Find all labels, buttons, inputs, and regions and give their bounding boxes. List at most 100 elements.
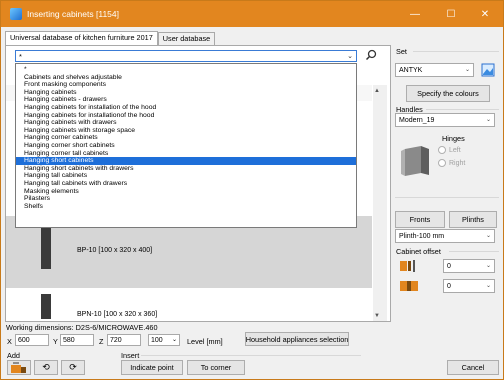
fronts-button[interactable]: Fronts [395, 211, 445, 228]
dropdown-item[interactable]: Hanging short cabinets [16, 157, 356, 165]
dropdown-item[interactable]: Front masking components [16, 81, 356, 89]
cabinet-preview-image [41, 294, 51, 319]
dropdown-item[interactable]: Pilasters [16, 195, 356, 203]
plinths-button[interactable]: Plinths [449, 211, 497, 228]
category-combobox-value: * [19, 52, 22, 61]
chevron-down-icon[interactable]: ⌄ [486, 280, 491, 293]
cabinet-preview-image [41, 227, 51, 269]
cabinet-3d-icon [401, 146, 429, 176]
dropdown-item[interactable]: Hanging tall cabinets with drawers [16, 180, 356, 188]
level-label: Level [mm] [187, 337, 223, 346]
dropdown-item[interactable]: Hanging corner tall cabinets [16, 150, 356, 158]
divider [395, 197, 499, 198]
minimize-button[interactable]: — [397, 1, 433, 27]
dropdown-item[interactable]: Shelfs [16, 203, 356, 211]
rotate-right-button[interactable]: ⟳ [61, 360, 85, 375]
cabinet-label: BP-10 [100 x 320 x 400] [77, 247, 153, 254]
dropdown-item[interactable]: Hanging cabinets with storage space [16, 127, 356, 135]
specify-colours-button[interactable]: Specify the colours [406, 85, 490, 102]
cancel-button[interactable]: Cancel [447, 360, 499, 375]
cabinet-offset-label: Cabinet offset [396, 247, 441, 256]
search-button[interactable] [364, 48, 378, 62]
set-browse-button[interactable] [479, 61, 497, 78]
plinth-value: Plinth-100 mm [399, 233, 445, 240]
radio-icon [438, 159, 446, 167]
add-cabinet-button[interactable] [7, 360, 31, 375]
scroll-down-icon[interactable]: ▼ [374, 313, 380, 319]
dropdown-item[interactable]: Hanging cabinets with drawers [16, 119, 356, 127]
tab-user-database[interactable]: User database [157, 32, 216, 45]
plinth-combobox[interactable]: Plinth-100 mm ⌄ [395, 229, 495, 243]
chevron-down-icon[interactable]: ⌄ [172, 335, 177, 346]
chevron-down-icon[interactable]: ⌄ [486, 114, 491, 127]
x-input[interactable]: 600 [15, 334, 49, 346]
chevron-down-icon[interactable]: ⌄ [465, 64, 470, 77]
level-combobox[interactable]: 100 ⌄ [148, 334, 180, 346]
magnifier-icon [365, 49, 377, 61]
category-dropdown-list[interactable]: * Cabinets and shelves adjustable Front ma… [15, 63, 357, 228]
picture-icon [481, 63, 495, 76]
chevron-down-icon[interactable]: ⌄ [347, 51, 353, 62]
dropdown-item[interactable]: Hanging cabinets [16, 89, 356, 97]
dropdown-item[interactable]: Masking elements [16, 188, 356, 196]
hinge-left-label: Left [449, 146, 461, 154]
z-input[interactable]: 720 [107, 334, 141, 346]
dropdown-item[interactable]: * [16, 66, 356, 74]
list-row[interactable] [6, 289, 372, 321]
rotate-left-icon: ⟲ [42, 362, 50, 372]
window-title: Inserting cabinets [1154] [27, 9, 119, 19]
title-bar[interactable]: Inserting cabinets [1154] — ☐ ✕ [1, 1, 503, 27]
handles-value: Modern_19 [399, 117, 435, 124]
set-label: Set [396, 47, 407, 56]
close-button[interactable]: ✕ [467, 1, 503, 27]
add-label: Add [7, 351, 20, 360]
cabinet-label: BPN-10 [100 x 320 x 360] [77, 311, 158, 318]
set-value: ANTYK [399, 67, 423, 74]
set-combobox[interactable]: ANTYK ⌄ [395, 63, 474, 77]
indicate-point-button[interactable]: Indicate point [121, 360, 183, 375]
offset-left-icon [399, 259, 419, 273]
dropdown-item[interactable]: Hanging cabinets for installationof the … [16, 112, 356, 120]
app-icon [10, 8, 22, 20]
offset-right-icon [399, 279, 419, 293]
dropdown-item[interactable]: Hanging corner short cabinets [16, 142, 356, 150]
cabinet-add-icon [11, 362, 26, 373]
handles-combobox[interactable]: Modern_19 ⌄ [395, 113, 495, 127]
to-corner-button[interactable]: To corner [187, 360, 245, 375]
offset-2-combobox[interactable]: 0 ⌄ [443, 279, 495, 293]
dropdown-item[interactable]: Hanging corner cabinets [16, 134, 356, 142]
maximize-button[interactable]: ☐ [433, 1, 469, 27]
database-tabs: Universal database of kitchen furniture … [5, 31, 216, 45]
hinge-right-radio[interactable]: Right [438, 159, 465, 167]
divider [449, 251, 499, 252]
hinge-preview [399, 143, 433, 179]
rotate-right-icon: ⟳ [69, 362, 77, 372]
divider [141, 355, 361, 356]
dropdown-item[interactable]: Hanging tall cabinets [16, 172, 356, 180]
dropdown-item[interactable]: Hanging cabinets - drawers [16, 96, 356, 104]
z-label: Z [99, 337, 104, 346]
y-input[interactable]: 580 [60, 334, 94, 346]
list-scrollbar[interactable]: ▲ ▼ [373, 85, 387, 321]
hinges-label: Hinges [442, 134, 465, 143]
rotate-left-button[interactable]: ⟲ [34, 360, 58, 375]
radio-icon [438, 146, 446, 154]
dropdown-item[interactable]: Hanging cabinets for installation of the… [16, 104, 356, 112]
dropdown-item[interactable]: Cabinets and shelves adjustable [16, 74, 356, 82]
household-appliances-button[interactable]: Household appliances selection [245, 332, 349, 346]
scroll-up-icon[interactable]: ▲ [374, 88, 380, 94]
hinge-left-radio[interactable]: Left [438, 146, 461, 154]
inserting-cabinets-window: Inserting cabinets [1154] — ☐ ✕ Universa… [0, 0, 504, 380]
hinge-right-label: Right [449, 159, 466, 167]
level-value: 100 [151, 337, 163, 344]
category-combobox[interactable]: * ⌄ [15, 50, 357, 62]
offset-1-combobox[interactable]: 0 ⌄ [443, 259, 495, 273]
insert-label: Insert [121, 351, 140, 360]
tab-universal-database[interactable]: Universal database of kitchen furniture … [5, 31, 158, 45]
dropdown-item[interactable]: Hanging short cabinets with drawers [16, 165, 356, 173]
working-dimensions-label: Working dimensions: D2S-6/MICROWAVE.460 [6, 323, 158, 332]
y-label: Y [53, 337, 58, 346]
divider [426, 109, 499, 110]
chevron-down-icon[interactable]: ⌄ [486, 260, 491, 273]
chevron-down-icon[interactable]: ⌄ [486, 230, 491, 243]
